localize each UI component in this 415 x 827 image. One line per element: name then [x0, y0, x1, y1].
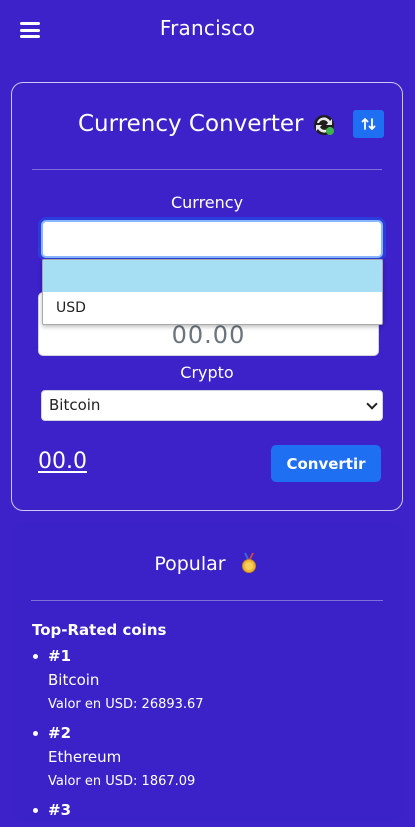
coin-value: Valor en USD: 1867.09: [48, 774, 196, 789]
crypto-select[interactable]: Bitcoin: [41, 390, 383, 421]
list-item[interactable]: #1 Bitcoin Valor en USD: 26893.67: [32, 646, 204, 717]
currency-input[interactable]: [41, 220, 383, 258]
dropdown-option-usd[interactable]: USD: [43, 292, 382, 324]
converter-header: Currency Converter: [12, 109, 402, 143]
coin-value: Valor en USD: 26893.67: [48, 697, 204, 712]
result-value[interactable]: 00.0: [38, 449, 87, 474]
amount-placeholder: 00.00: [171, 321, 246, 349]
popular-divider: [31, 600, 383, 601]
app-title: Francisco: [159, 16, 256, 40]
coin-rank: #2: [48, 724, 72, 742]
top-bar: Francisco: [0, 0, 415, 60]
crypto-label: Crypto: [180, 363, 234, 382]
currency-label: Currency: [170, 193, 244, 212]
list-item[interactable]: #2 Ethereum Valor en USD: 1867.09: [32, 723, 204, 794]
coin-name: Ethereum: [48, 748, 122, 766]
swap-vertical-arrows-icon: [361, 118, 375, 130]
crypto-selected-value: Bitcoin: [49, 396, 101, 414]
currency-exchange-emoji-icon: [314, 115, 334, 135]
coin-rank: #1: [48, 647, 72, 665]
medal-icon: [241, 553, 256, 573]
chevron-down-icon: [366, 398, 378, 410]
coin-list: #1 Bitcoin Valor en USD: 26893.67 #2 Eth…: [32, 646, 204, 827]
popular-title: Popular: [154, 553, 226, 575]
converter-divider: [32, 169, 382, 170]
currency-dropdown[interactable]: USD: [42, 259, 383, 325]
popular-card: Popular Top-Rated coins #1 Bitcoin Valor…: [11, 522, 403, 822]
list-item[interactable]: #3: [32, 800, 204, 821]
popular-subtitle: Top-Rated coins: [32, 621, 167, 639]
convert-button[interactable]: Convertir: [271, 445, 381, 482]
coin-rank: #3: [48, 801, 72, 819]
dropdown-option-empty[interactable]: [43, 260, 382, 292]
converter-title: Currency Converter: [78, 111, 304, 137]
coin-name: Bitcoin: [48, 671, 100, 689]
popular-heading: Popular: [11, 552, 403, 575]
swap-button[interactable]: [353, 110, 384, 138]
converter-card: Currency Converter Currency 00.00 USD Cr…: [11, 82, 403, 511]
